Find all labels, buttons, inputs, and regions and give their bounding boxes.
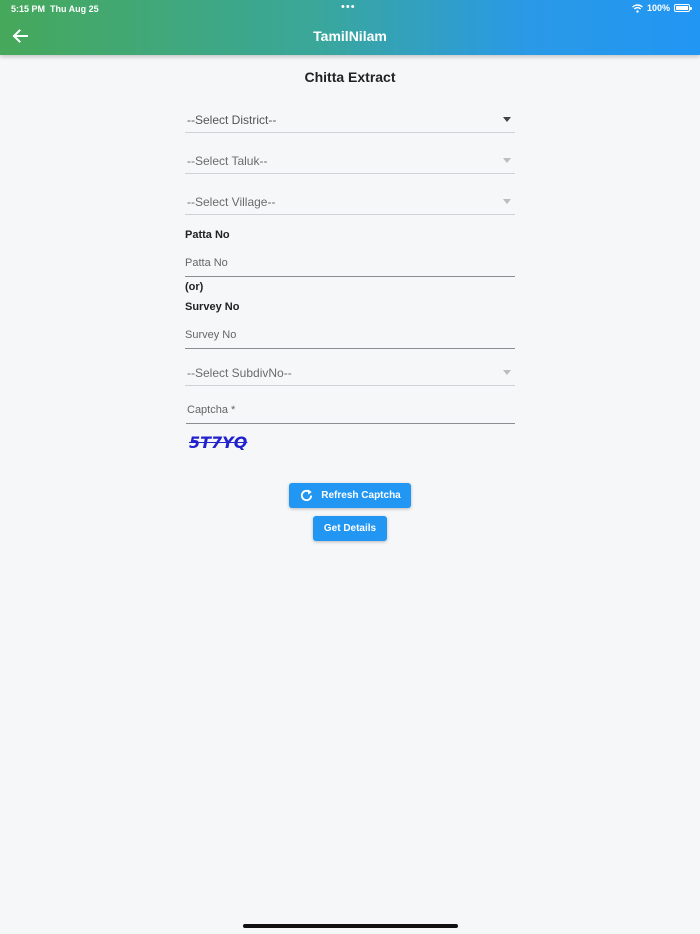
get-details-button[interactable]: Get Details: [313, 516, 387, 541]
village-dropdown-value: --Select Village--: [187, 194, 276, 209]
refresh-captcha-button[interactable]: Refresh Captcha: [289, 483, 411, 508]
refresh-icon: [301, 489, 313, 502]
status-bar: 5:15 PM Thu Aug 25 ••• 100%: [0, 0, 700, 18]
chevron-down-icon: [503, 199, 511, 204]
wifi-icon: [632, 3, 643, 13]
district-dropdown-value: --Select District--: [187, 112, 277, 127]
battery-percent: 100%: [646, 3, 670, 13]
status-date: Thu Aug 25: [50, 4, 99, 14]
subdiv-dropdown-value: --Select SubdivNo--: [187, 365, 292, 380]
app-bar: 5:15 PM Thu Aug 25 ••• 100% TamilNilam: [0, 0, 700, 55]
battery-icon: [674, 4, 692, 12]
captcha-input[interactable]: [186, 396, 515, 424]
status-right: 100%: [632, 3, 692, 13]
get-details-label: Get Details: [323, 523, 377, 534]
patta-input[interactable]: [185, 249, 515, 277]
chevron-down-icon: [503, 370, 511, 375]
or-label: (or): [185, 281, 204, 293]
survey-input[interactable]: [185, 321, 515, 349]
chevron-down-icon: [503, 117, 511, 122]
subdiv-dropdown[interactable]: --Select SubdivNo--: [185, 360, 515, 386]
survey-label: Survey No: [185, 301, 240, 313]
status-time: 5:15 PM: [11, 4, 46, 14]
app-title: TamilNilam: [313, 28, 387, 44]
home-indicator[interactable]: [243, 924, 458, 928]
patta-label: Patta No: [185, 229, 230, 241]
chevron-down-icon: [503, 158, 511, 163]
multitasking-dots[interactable]: •••: [341, 1, 356, 13]
captcha-image: 5T7YQ: [189, 433, 248, 452]
taluk-dropdown-value: --Select Taluk--: [187, 153, 268, 168]
district-dropdown[interactable]: --Select District--: [185, 107, 515, 133]
village-dropdown[interactable]: --Select Village--: [185, 189, 515, 215]
page-title: Chitta Extract: [304, 69, 396, 85]
taluk-dropdown[interactable]: --Select Taluk--: [185, 148, 515, 174]
refresh-captcha-label: Refresh Captcha: [321, 490, 401, 501]
